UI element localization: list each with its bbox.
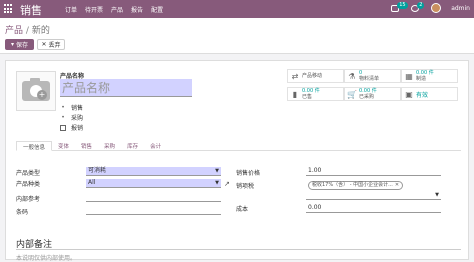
save-label: 保存 [16,42,29,49]
sales-tax-tag[interactable]: 税收17%（含） - 中国小企业会计... ✕ [308,181,404,190]
archive-icon: ▣ [405,89,413,99]
barcode-input[interactable] [86,206,221,215]
external-link-icon[interactable]: ↗ [224,180,230,188]
internal-ref-label: 内部参考 [16,196,41,203]
chart-icon: ▮ [292,89,298,99]
can-be-expensed-label: 报销 [71,125,84,132]
product-image-upload[interactable]: + [16,71,56,111]
discard-button[interactable]: ✕ 丢弃 [37,39,65,50]
chevron-down-icon: ▼ [215,180,219,186]
camera-icon: + [22,78,50,101]
tab-purchase[interactable]: 采购 [98,141,121,151]
internal-ref-input[interactable] [86,193,221,202]
close-icon: ✕ [41,41,47,48]
smart-label: 产品移动 [302,73,323,79]
smart-label: 0.00 件已售 [302,88,320,100]
remove-tag-icon[interactable]: ✕ [395,182,399,188]
internal-notes-input[interactable]: 本说明仅供内部使用。 [16,253,76,262]
control-panel: 产品 / 新的 ▾ 保存 ✕ 丢弃 [0,18,474,54]
can-be-sold-label: 销售 [71,105,84,112]
can-be-sold-option[interactable]: • 销售 [60,103,83,112]
menu-item-products[interactable]: 产品 [111,5,123,14]
arrows-icon: ⇄ [291,71,299,81]
discard-label: 丢弃 [48,42,61,49]
top-menu: 订单 待开票 产品 报告 配置 [65,5,171,14]
sales-tax-label: 销项税 [236,183,255,190]
chevron-down-icon: ▼ [435,192,439,198]
cart-icon: 🛒 [347,89,357,99]
avatar[interactable] [431,3,442,13]
checkbox[interactable] [60,124,66,131]
tab-variants[interactable]: 变体 [52,141,75,151]
tab-inventory[interactable]: 库存 [121,141,144,151]
breadcrumb-separator: / [25,26,29,36]
sale-price-input[interactable]: 1.00 [306,167,441,176]
cost-label: 成本 [236,206,249,213]
factory-icon: ▦ [405,71,413,81]
check-icon: • [61,104,65,111]
category-label: 产品种类 [16,181,41,188]
breadcrumb-current: 新的 [31,26,50,36]
sold-button[interactable]: ▮ 0.00 件已售 [287,87,344,101]
sales-tax-tag-text: 税收17%（含） - 中国小企业会计... [312,182,393,188]
active-status: 有效 [416,91,429,99]
barcode-label: 条码 [16,209,29,216]
breadcrumb-parent[interactable]: 产品 [5,26,23,36]
purchased-button[interactable]: 🛒 0.00 件已采购 [344,87,401,101]
divider [16,249,461,250]
tab-sales[interactable]: 销售 [75,141,98,151]
cost-input[interactable]: 0.00 [306,204,441,213]
can-be-purchased-label: 采购 [71,115,84,122]
flask-icon: ⚗ [348,71,356,81]
product-type-label: 产品类型 [16,170,41,177]
activity-button[interactable]: 2 [411,2,425,13]
stock-moves-button[interactable]: ⇄ 产品移动 [287,69,344,83]
check-icon: • [61,114,65,121]
sales-tax-input[interactable]: ▼ [306,191,441,200]
user-name[interactable]: admin [451,5,470,12]
topbar-right: 15 2 admin [391,2,470,13]
chat-button[interactable]: 15 [391,2,408,13]
category-select[interactable]: All ▼ [86,179,221,188]
save-button[interactable]: ▾ 保存 [5,39,34,50]
top-navbar: 销售 订单 待开票 产品 报告 配置 15 2 admin [0,0,474,18]
smart-label: 0 物料清单 [359,70,380,82]
chevron-down-icon: ▼ [215,168,219,174]
activity-count-badge: 2 [417,2,425,9]
menu-item-to-invoice[interactable]: 待开票 [85,5,103,14]
tab-general-info[interactable]: 一般信息 [16,141,53,151]
category-value: All [88,179,96,186]
save-icon: ▾ [10,41,14,48]
sale-price-label: 销售价格 [236,170,261,177]
chat-count-badge: 15 [397,2,408,9]
app-name: 销售 [20,4,42,17]
menu-item-reports[interactable]: 报告 [131,5,143,14]
product-form-sheet: + 产品名称 产品名称 • 销售 • 采购 报销 ⇄ 产品移动 ⚗ 0 物料清单 … [5,60,469,262]
active-toggle-button[interactable]: ▣ 有效 [401,87,458,101]
can-be-expensed-option[interactable]: 报销 [60,123,83,132]
form-tabs: 一般信息 变体 销售 采购 库存 会计 [16,141,461,151]
apps-grid-icon[interactable] [4,4,14,14]
smart-label: 0.00 件制造 [416,70,434,82]
tab-accounting[interactable]: 会计 [144,141,167,151]
smart-label: 0.00 件已采购 [359,88,377,100]
product-type-select[interactable]: 可消耗 ▼ [86,167,221,176]
product-name-input[interactable]: 产品名称 [60,79,192,97]
menu-item-orders[interactable]: 订单 [65,5,77,14]
can-be-purchased-option[interactable]: • 采购 [60,113,83,122]
breadcrumb: 产品 / 新的 [5,23,50,36]
product-type-value: 可消耗 [88,167,107,174]
manufacturing-button[interactable]: ▦ 0.00 件制造 [401,69,458,83]
menu-item-config[interactable]: 配置 [151,5,163,14]
bom-button[interactable]: ⚗ 0 物料清单 [344,69,401,83]
